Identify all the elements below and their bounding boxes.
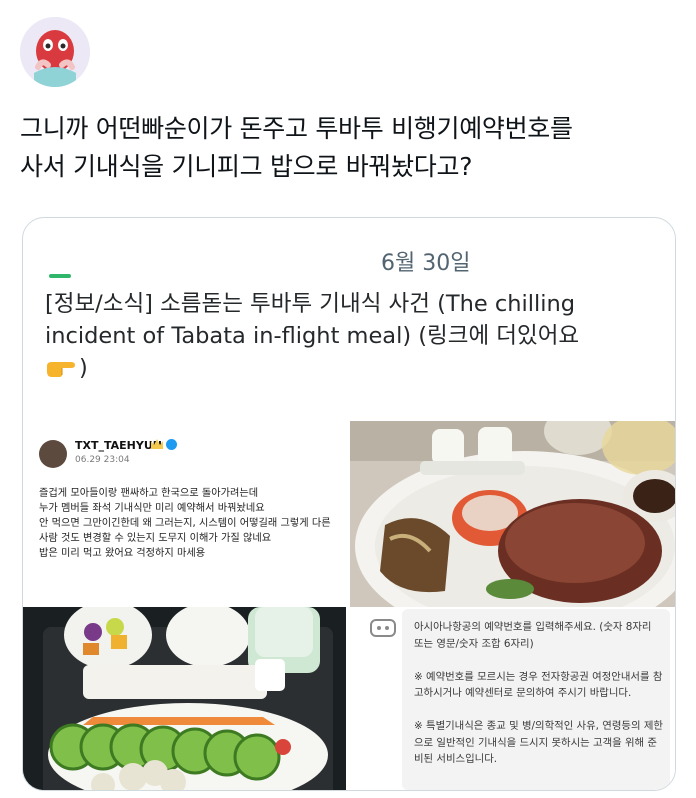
quoted-tweet-screenshot[interactable]: TXT_TAEHYUN 06.29 23:04 즐겁게 모아들이랑 팬싸하고 한… (23, 421, 346, 607)
quoted-tweet-body: 즐겁게 모아들이랑 팬싸하고 한국으로 돌아가려는데 누가 멤버들 좌석 기내식… (39, 488, 331, 559)
card-headline[interactable]: [정보/소식] 소름돋는 투바투 기내식 사건 (The chilling in… (45, 288, 655, 384)
tweet-text: 그니까 어떤빠순이가 돈주고 투바투 비행기예약번호를 사서 기내식을 기니피그… (20, 114, 573, 181)
airline-chat-screenshot[interactable]: 아시아나항공의 예약번호를 입력해주세요. (숫자 8자리 또는 영문/숫자 조… (350, 607, 675, 790)
link-card[interactable]: 6월 30일 [정보/소식] 소름돋는 투바투 기내식 사건 (The chil… (22, 217, 676, 791)
avatar[interactable] (20, 17, 90, 87)
verified-icon (166, 439, 177, 450)
avatar-image (20, 17, 90, 87)
headline-tail: ) (79, 355, 88, 381)
salad-tray-photo[interactable] (23, 607, 346, 790)
chatbot-icon (370, 619, 396, 637)
card-date: 6월 30일 (381, 251, 471, 276)
pointing-finger-icon (45, 355, 79, 377)
steak-meal-image (350, 421, 675, 607)
quoted-tweet-name: TXT_TAEHYUN (75, 439, 162, 452)
headline-text: [정보/소식] 소름돋는 투바투 기내식 사건 (The chilling in… (45, 291, 580, 349)
chat-message: 아시아나항공의 예약번호를 입력해주세요. (숫자 8자리 또는 영문/숫자 조… (414, 621, 663, 765)
quoted-tweet-date: 06.29 23:04 (75, 455, 130, 465)
quoted-tweet-avatar (39, 440, 67, 468)
green-accent-bar (49, 274, 71, 278)
salad-tray-image (23, 607, 346, 790)
steak-meal-photo[interactable] (350, 421, 675, 607)
